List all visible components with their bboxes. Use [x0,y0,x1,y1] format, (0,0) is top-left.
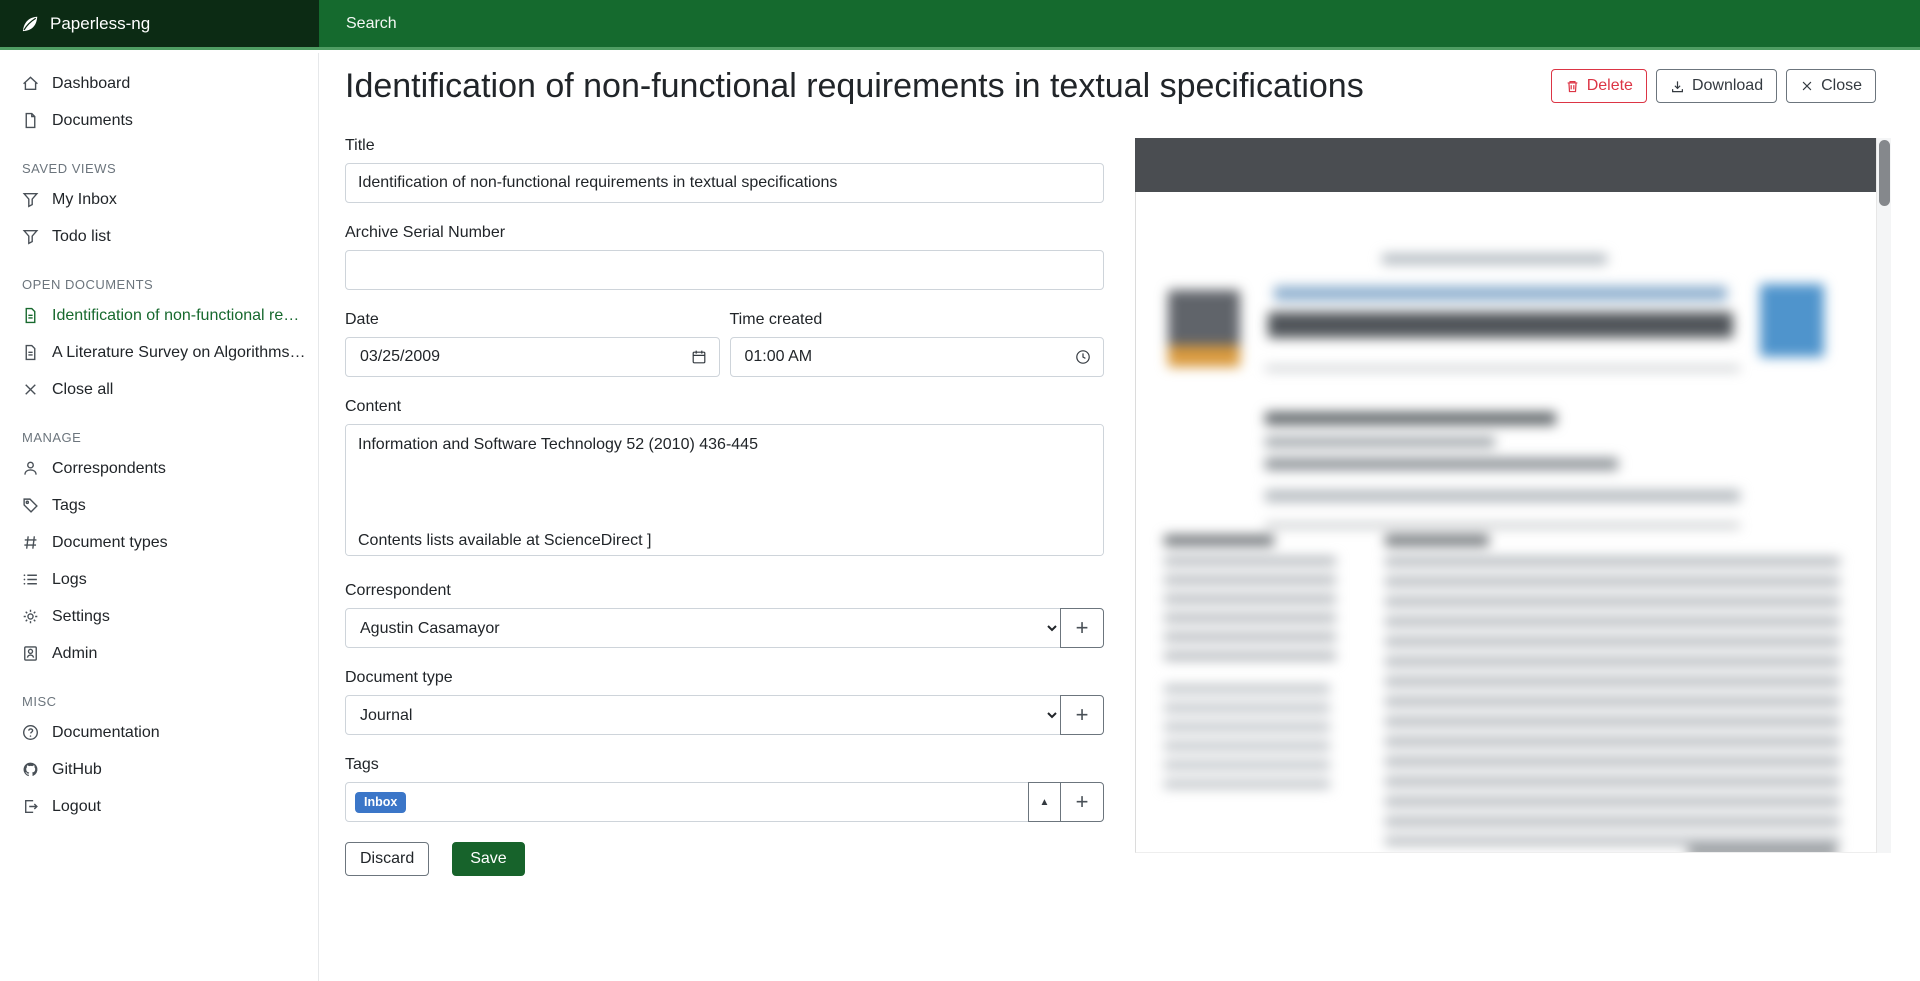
content-field-group: Content Information and Software Technol… [345,397,1104,561]
page-title: Identification of non-functional require… [345,67,1364,106]
sidebar-open-doc-1[interactable]: Identification of non-functional require… [0,297,318,334]
navbar-search-area [319,0,1920,47]
trash-icon [1565,79,1580,94]
funnel-icon [22,191,39,208]
calendar-icon[interactable] [691,349,707,365]
correspondent-field-group: Correspondent Agustin Casamayor + [345,581,1104,648]
logout-icon [22,798,39,815]
pdf-toolbar [1135,138,1876,192]
time-created-label: Time created [730,310,1105,329]
pdf-preview[interactable] [1135,138,1891,853]
save-button[interactable]: Save [452,842,524,876]
download-button[interactable]: Download [1656,69,1777,103]
date-input[interactable] [358,347,683,367]
sidebar-item-documentation[interactable]: Documentation [0,714,318,751]
time-input-wrap [730,337,1105,377]
search-input[interactable] [344,14,984,34]
sidebar-item-dashboard[interactable]: Dashboard [0,65,318,102]
document-type-field-group: Document type Journal + [345,668,1104,735]
file-text-icon [22,344,39,361]
close-icon [1800,79,1814,93]
list-icon [22,571,39,588]
pdf-scrollbar[interactable] [1876,138,1891,853]
archive-serial-number-input[interactable] [345,250,1104,290]
tags-label: Tags [345,755,1104,774]
date-label: Date [345,310,720,329]
close-button[interactable]: Close [1786,69,1876,103]
sidebar-item-correspondents[interactable]: Correspondents [0,450,318,487]
sidebar-item-logout[interactable]: Logout [0,788,318,825]
add-correspondent-button[interactable]: + [1060,608,1104,648]
download-icon [1670,79,1685,94]
time-field-group: Time created [730,310,1105,377]
sidebar-item-logs[interactable]: Logs [0,561,318,598]
document-type-select[interactable]: Journal [345,695,1061,735]
home-icon [22,75,39,92]
date-time-row: Date Time created [345,310,1104,377]
open-documents-header: OPEN DOCUMENTS [0,271,318,297]
document-actions: Delete Download Close [1551,69,1876,103]
document-type-label: Document type [345,668,1104,687]
sidebar-open-doc-2[interactable]: A Literature Survey on Algorithms for Mu… [0,334,318,371]
sidebar: Dashboard Documents SAVED VIEWS My Inbox… [0,53,319,981]
misc-header: MISC [0,688,318,714]
document-edit-form: Title Archive Serial Number Date Time cr… [345,136,1104,876]
tags-dropdown-caret-button[interactable]: ▲ [1028,782,1061,822]
date-field-group: Date [345,310,720,377]
document-header: Identification of non-functional require… [345,58,1876,114]
file-text-icon [22,307,39,324]
asn-label: Archive Serial Number [345,223,1104,242]
sidebar-item-document-types[interactable]: Document types [0,524,318,561]
sidebar-item-documents[interactable]: Documents [0,102,318,139]
sidebar-item-todo-list[interactable]: Todo list [0,218,318,255]
clock-icon[interactable] [1075,349,1091,365]
pdf-page-blurred-content [1136,192,1876,852]
tags-input[interactable]: Inbox [345,782,1029,822]
sidebar-item-settings[interactable]: Settings [0,598,318,635]
form-footer: Discard Save [345,842,1104,876]
person-icon [22,460,39,477]
funnel-icon [22,228,39,245]
correspondent-select[interactable]: Agustin Casamayor [345,608,1061,648]
brand-title: Paperless-ng [50,14,150,34]
sidebar-item-admin[interactable]: Admin [0,635,318,672]
tag-badge-inbox: Inbox [355,792,406,813]
title-field-group: Title [345,136,1104,203]
add-tag-button[interactable]: + [1060,782,1104,822]
github-icon [22,761,39,778]
tags-field-group: Tags Inbox ▲ + [345,755,1104,822]
paperless-leaf-logo-icon [20,14,40,34]
sidebar-close-all[interactable]: Close all [0,371,318,408]
add-document-type-button[interactable]: + [1060,695,1104,735]
gear-icon [22,608,39,625]
title-input[interactable] [345,163,1104,203]
hash-icon [22,534,39,551]
delete-button[interactable]: Delete [1551,69,1647,103]
sidebar-item-github[interactable]: GitHub [0,751,318,788]
question-circle-icon [22,724,39,741]
title-label: Title [345,136,1104,155]
top-navbar: Paperless-ng [0,0,1920,50]
date-input-wrap [345,337,720,377]
file-icon [22,112,39,129]
pdf-page [1135,192,1876,853]
asn-field-group: Archive Serial Number [345,223,1104,290]
content-label: Content [345,397,1104,416]
content-textarea[interactable]: Information and Software Technology 52 (… [345,424,1104,556]
sidebar-item-tags[interactable]: Tags [0,487,318,524]
sidebar-item-my-inbox[interactable]: My Inbox [0,181,318,218]
correspondent-label: Correspondent [345,581,1104,600]
close-icon [22,381,39,398]
discard-button[interactable]: Discard [345,842,429,876]
app-brand[interactable]: Paperless-ng [0,0,319,47]
manage-header: MANAGE [0,424,318,450]
time-created-input[interactable] [743,347,1068,367]
person-badge-icon [22,645,39,662]
pdf-scrollbar-thumb[interactable] [1879,140,1890,206]
saved-views-header: SAVED VIEWS [0,155,318,181]
tag-icon [22,497,39,514]
